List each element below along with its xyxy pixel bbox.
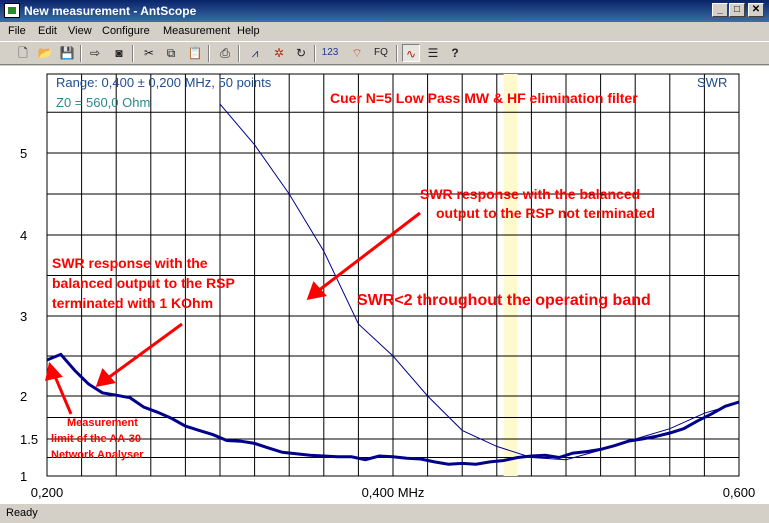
swr-chart: 1 1.5 2 3 4 5 0,200 0,400 MHz 0,600 Range: 0,40… [20, 73, 756, 500]
maximize-button[interactable]: □ [729, 3, 745, 17]
smith-chart-icon[interactable]: ∿ [402, 44, 420, 62]
wireless-icon[interactable]: ⌔ [348, 44, 366, 62]
menu-help[interactable]: Help [237, 25, 260, 37]
menu-measurement[interactable]: Measurement [163, 25, 230, 37]
filter-title-annotation: Cuer N=5 Low Pass MW & HF elimination fi… [330, 90, 638, 106]
trace-name-label: SWR [697, 75, 727, 90]
numeric-button[interactable]: 123 [318, 44, 342, 62]
x-tick-label: 0,600 [723, 485, 756, 500]
minimize-button[interactable]: _ [712, 3, 728, 17]
settings-icon[interactable]: ✲ [270, 44, 288, 62]
y-tick-label: 3 [20, 309, 27, 324]
y-tick-label: 5 [20, 146, 27, 161]
y-axis: 1 1.5 2 3 4 5 [20, 146, 38, 484]
y-tick-label: 4 [20, 228, 27, 243]
toolbar-separator [208, 45, 210, 62]
unterminated-annotation-line2: output to the RSP not terminated [436, 205, 655, 221]
paste-icon[interactable]: 📋 [186, 44, 204, 62]
operating-band-annotation: SWR<2 throughout the operating band [357, 292, 651, 309]
refresh-icon[interactable]: ↻ [292, 44, 310, 62]
status-text: Ready [6, 507, 38, 519]
export-icon[interactable]: ⇨ [86, 44, 104, 62]
toolbar-separator [238, 45, 240, 62]
range-label: Range: 0,400 ± 0,200 MHz, 50 points [56, 75, 272, 90]
print-icon[interactable]: ⎙ [216, 44, 234, 62]
chart-icon[interactable]: ⩘ [246, 44, 264, 62]
title-bar: New measurement - AntScope _ □ ✕ [0, 0, 769, 22]
measurement-limit-line2: limit of the AA-30 [51, 433, 141, 445]
toolbar: 🗋 📂 💾 ⇨ ◙ ✂ ⧉ 📋 ⎙ ⩘ ✲ ↻ 123 ⌔ FQ ∿ ☰ ? [0, 41, 769, 65]
y-tick-label: 1.5 [20, 432, 38, 447]
open-folder-icon[interactable]: 📂 [36, 44, 54, 62]
copy-icon[interactable]: ⧉ [162, 44, 180, 62]
terminated-annotation-line2: balanced output to the RSP [52, 275, 235, 291]
close-button[interactable]: ✕ [748, 3, 764, 17]
measurement-limit-line1: Measurement [67, 417, 138, 429]
x-tick-label: 0,200 [31, 485, 64, 500]
terminated-annotation-line3: terminated with 1 KOhm [52, 295, 213, 311]
menu-configure[interactable]: Configure [102, 25, 150, 37]
list-icon[interactable]: ☰ [424, 44, 442, 62]
y-tick-label: 2 [20, 389, 27, 404]
app-icon [4, 3, 20, 18]
window-title: New measurement - AntScope [24, 4, 197, 18]
menu-edit[interactable]: Edit [38, 25, 57, 37]
y-tick-label: 1 [20, 469, 27, 484]
toolbar-separator [396, 45, 398, 62]
save-icon[interactable]: 💾 [58, 44, 76, 62]
unterminated-annotation-line1: SWR response with the balanced [420, 186, 640, 202]
camera-icon[interactable]: ◙ [110, 44, 128, 62]
x-axis: 0,200 0,400 MHz 0,600 [31, 485, 756, 500]
z0-label: Z0 = 560,0 Ohm [56, 95, 150, 110]
cut-icon[interactable]: ✂ [140, 44, 158, 62]
menu-view[interactable]: View [68, 25, 92, 37]
x-tick-label: 0,400 MHz [362, 485, 425, 500]
toolbar-separator [132, 45, 134, 62]
fq-button[interactable]: FQ [370, 44, 392, 62]
status-bar: Ready [0, 503, 769, 523]
terminated-annotation-line1: SWR response with the [52, 255, 208, 271]
measurement-limit-line3: Network Analyser [51, 449, 144, 461]
toolbar-separator [80, 45, 82, 62]
menu-bar: File Edit View Configure Measurement Hel… [0, 22, 769, 40]
chart-area: 1 1.5 2 3 4 5 0,200 0,400 MHz 0,600 Range: 0,40… [0, 66, 769, 503]
toolbar-separator [314, 45, 316, 62]
help-icon[interactable]: ? [446, 44, 464, 62]
new-file-icon[interactable]: 🗋 [14, 44, 32, 62]
menu-file[interactable]: File [8, 25, 26, 37]
